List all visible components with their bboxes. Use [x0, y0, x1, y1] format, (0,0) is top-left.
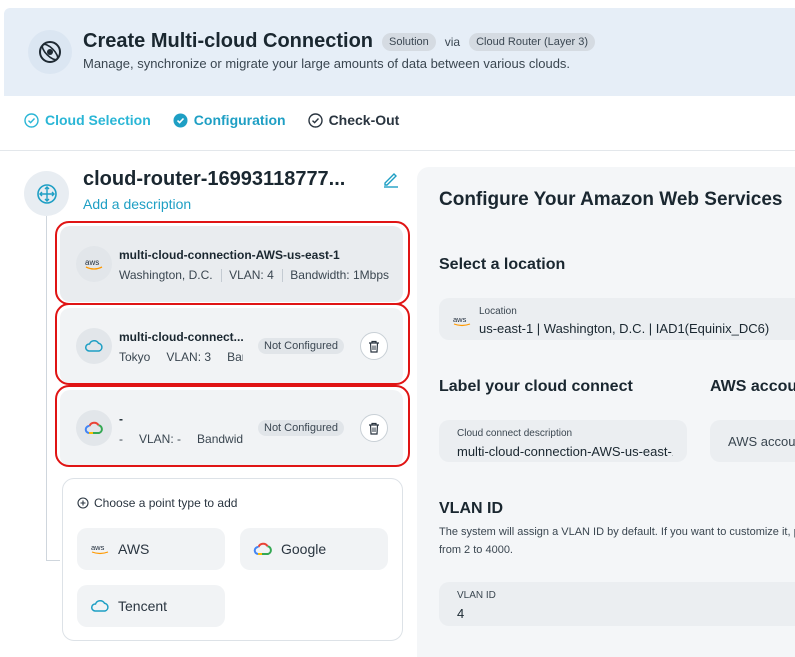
connection-name: multi-cloud-connect... [119, 330, 244, 344]
router-icon [24, 171, 69, 216]
stepper: Cloud Selection Configuration Check-Out [24, 112, 421, 128]
aws-account-heading: AWS account [710, 378, 795, 395]
connection-meta: - VLAN: - Bandwidth [119, 432, 243, 446]
aws-account-placeholder: AWS account [728, 434, 795, 449]
google-cloud-icon [76, 410, 112, 446]
add-google-label: Google [281, 541, 327, 557]
router-type-pill: Cloud Router (Layer 3) [469, 32, 595, 51]
header-title-row: Create Multi-cloud Connection Solution v… [83, 30, 595, 53]
add-google-button[interactable]: Google [240, 528, 388, 570]
delete-button[interactable] [360, 332, 388, 360]
configuration-panel: Configure Your Amazon Web Services Selec… [417, 167, 795, 657]
aws-icon: aws [76, 246, 112, 282]
vlan-id-input[interactable]: VLAN ID 4 [439, 582, 795, 626]
location-label: Location [479, 306, 517, 317]
connection-bandwidth: Bandwidth: 1Mbps [290, 268, 389, 282]
vlan-help-text-1: The system will assign a VLAN ID by defa… [439, 526, 795, 538]
label-heading: Label your cloud connect [439, 378, 633, 395]
point-type-chooser: Choose a point type to add aws AWS Googl… [62, 478, 403, 641]
trash-icon [369, 340, 379, 353]
step-cloud-selection[interactable]: Cloud Selection [24, 112, 151, 128]
location-select[interactable]: aws Location us-east-1 | Washington, D.C… [439, 298, 795, 340]
connection-bandwidth: Bandwidth [197, 432, 243, 446]
trash-icon [369, 422, 379, 435]
connection-vlan: VLAN: 3 [166, 350, 212, 364]
chooser-title-label: Choose a point type to add [94, 496, 238, 510]
add-aws-button[interactable]: aws AWS [77, 528, 225, 570]
add-tencent-label: Tencent [118, 598, 168, 614]
tencent-cloud-icon [76, 328, 112, 364]
vlan-id-label: VLAN ID [457, 590, 496, 601]
connection-card-google[interactable]: - - VLAN: - Bandwidth Not Configured [60, 390, 403, 466]
connection-card-aws[interactable]: aws multi-cloud-connection-AWS-us-east-1… [60, 226, 403, 302]
vlan-help-text-2: from 2 to 4000. [439, 544, 513, 556]
google-cloud-icon [253, 542, 273, 556]
connection-location: - [119, 432, 123, 446]
tencent-cloud-icon [90, 599, 110, 613]
check-circle-filled-icon [173, 113, 188, 127]
location-heading: Select a location [439, 256, 566, 273]
connection-meta: Tokyo VLAN: 3 Bandwidth [119, 350, 243, 364]
step-check-out[interactable]: Check-Out [307, 112, 400, 128]
check-circle-icon [24, 112, 39, 128]
vlan-id-value: 4 [457, 606, 465, 621]
description-label: Cloud connect description [457, 428, 573, 439]
multi-cloud-logo-icon [28, 30, 72, 74]
page-title: Create Multi-cloud Connection [83, 30, 373, 52]
cloud-connect-description-input[interactable]: Cloud connect description multi-cloud-co… [439, 420, 687, 462]
status-badge: Not Configured [258, 338, 344, 354]
step-label: Cloud Selection [45, 112, 151, 128]
vlan-heading: VLAN ID [439, 500, 503, 517]
aws-account-input[interactable]: AWS account [710, 420, 795, 462]
connection-bandwidth: Bandwidth [227, 350, 243, 364]
page-header: Create Multi-cloud Connection Solution v… [4, 8, 795, 96]
status-badge: Not Configured [258, 420, 344, 436]
connection-card-tencent[interactable]: multi-cloud-connect... Tokyo VLAN: 3 Ba n… [60, 308, 403, 384]
step-configuration[interactable]: Configuration [173, 112, 286, 128]
description-value: multi-cloud-connection-AWS-us-east-1 [457, 444, 673, 459]
plus-circle-icon [77, 497, 89, 509]
delete-button[interactable] [360, 414, 388, 442]
divider [0, 150, 795, 151]
svg-text:aws: aws [453, 315, 467, 324]
connection-meta: Washington, D.C. VLAN: 4 Bandwidth: 1Mbp… [119, 268, 389, 282]
connection-vlan: VLAN: - [139, 432, 182, 446]
connection-location: Tokyo [119, 350, 151, 364]
svg-text:aws: aws [91, 543, 105, 552]
aws-icon: aws [452, 314, 474, 332]
page-subtitle: Manage, synchronize or migrate your larg… [83, 56, 571, 71]
add-description-link[interactable]: Add a description [83, 196, 191, 212]
page: Create Multi-cloud Connection Solution v… [0, 0, 795, 657]
svg-text:aws: aws [85, 258, 99, 267]
step-label: Configuration [193, 112, 286, 128]
connection-name: - [119, 412, 123, 426]
add-tencent-button[interactable]: Tencent [77, 585, 225, 627]
check-circle-icon [307, 112, 323, 128]
chooser-title: Choose a point type to add [77, 496, 237, 510]
tree-connector [46, 216, 47, 561]
add-aws-label: AWS [118, 541, 150, 557]
router-name: cloud-router-16993118777... [83, 168, 346, 190]
edit-pencil-icon[interactable] [382, 170, 400, 193]
connection-location: Washington, D.C. [119, 268, 213, 282]
tree-connector [46, 560, 60, 561]
via-label: via [444, 34, 461, 49]
location-value: us-east-1 | Washington, D.C. | IAD1(Equi… [479, 321, 770, 336]
connection-name: multi-cloud-connection-AWS-us-east-1 [119, 248, 340, 262]
solution-pill: Solution [382, 32, 436, 51]
config-title: Configure Your Amazon Web Services [439, 189, 783, 210]
connection-vlan: VLAN: 4 [229, 268, 274, 282]
aws-icon: aws [90, 543, 110, 555]
step-label: Check-Out [328, 112, 400, 128]
